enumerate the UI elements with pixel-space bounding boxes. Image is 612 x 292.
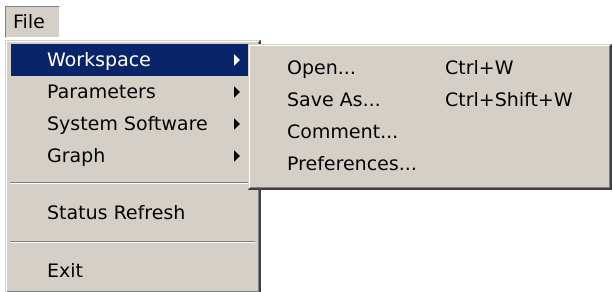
menu-item-label: Parameters	[47, 81, 156, 103]
shortcut-label: Ctrl+W	[445, 57, 514, 79]
menu-item-label: System Software	[47, 113, 208, 135]
submenu-item-comment[interactable]: Comment...	[253, 116, 606, 148]
submenu-item-preferences[interactable]: Preferences...	[253, 148, 606, 180]
menu-item-system-software[interactable]: System Software	[11, 108, 254, 140]
menu-item-workspace[interactable]: Workspace	[11, 44, 254, 76]
app-window: File Workspace Parameters System Softwar…	[0, 0, 612, 292]
menu-item-graph[interactable]: Graph	[11, 140, 254, 172]
menubar-file[interactable]: File	[5, 6, 60, 38]
menu-separator	[10, 241, 255, 243]
menu-item-label: Status Refresh	[47, 202, 186, 224]
submenu-item-label: Open...	[287, 57, 356, 79]
menu-separator	[10, 182, 255, 184]
chevron-right-icon	[234, 150, 240, 162]
menu-item-label: Workspace	[47, 49, 151, 71]
menu-item-label: Graph	[47, 145, 106, 167]
menu-item-exit[interactable]: Exit	[11, 255, 254, 287]
menu-item-parameters[interactable]: Parameters	[11, 76, 254, 108]
chevron-right-icon	[234, 54, 240, 66]
file-menu: Workspace Parameters System Software Gra…	[5, 40, 261, 292]
menubar-file-label: File	[13, 11, 45, 33]
workspace-submenu: Open... Ctrl+W Save As... Ctrl+Shift+W C…	[248, 44, 612, 190]
chevron-right-icon	[234, 86, 240, 98]
shortcut-label: Ctrl+Shift+W	[445, 89, 573, 111]
menu-item-label: Exit	[47, 260, 83, 282]
submenu-item-save-as[interactable]: Save As... Ctrl+Shift+W	[253, 84, 606, 116]
submenu-item-label: Comment...	[287, 121, 399, 143]
menu-item-status-refresh[interactable]: Status Refresh	[11, 197, 254, 229]
submenu-item-open[interactable]: Open... Ctrl+W	[253, 52, 606, 84]
submenu-item-label: Preferences...	[287, 153, 417, 175]
chevron-right-icon	[234, 118, 240, 130]
submenu-item-label: Save As...	[287, 89, 381, 111]
